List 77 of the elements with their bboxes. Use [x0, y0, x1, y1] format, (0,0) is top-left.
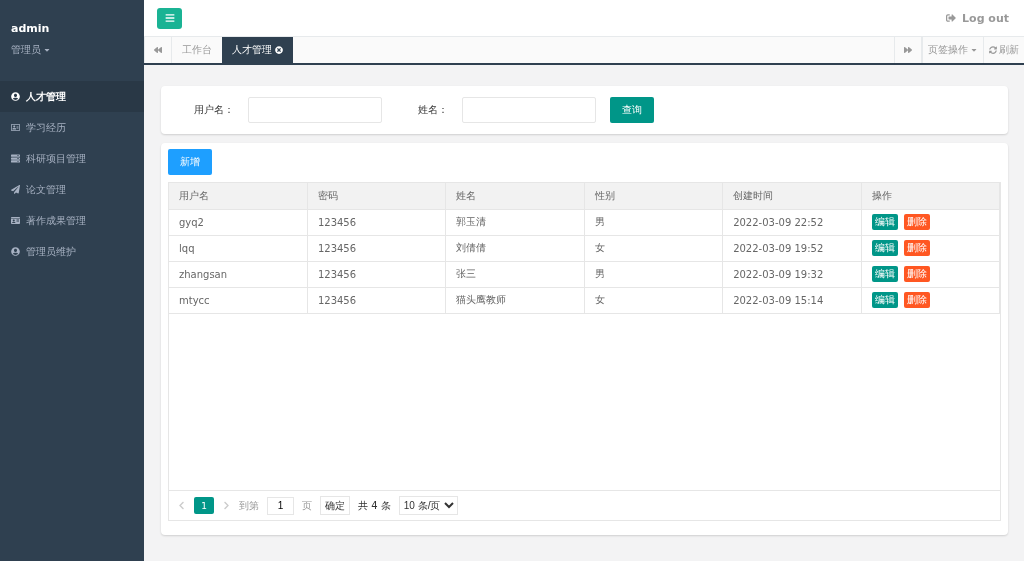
tab[interactable]: 人才管理 — [222, 37, 293, 63]
refresh-icon — [989, 46, 997, 54]
goto-label: 到第 — [239, 498, 259, 513]
nav-item[interactable]: 著作成果管理 — [0, 205, 144, 236]
role-dropdown[interactable]: 管理员 — [11, 43, 133, 57]
edit-button[interactable]: 编辑 — [871, 266, 898, 282]
table-cell: 女 — [584, 287, 723, 313]
page-unit: 页 — [302, 498, 312, 513]
portrait-icon — [11, 123, 20, 132]
add-button[interactable]: 新增 — [168, 149, 212, 175]
table-cell: 123456 — [307, 209, 446, 235]
next-page-icon[interactable] — [222, 501, 231, 510]
table-cell: 2022-03-09 22:52 — [722, 209, 862, 235]
sign-out-icon — [946, 13, 957, 23]
table-cell: mtycc — [169, 287, 308, 313]
caret-icon — [43, 46, 51, 54]
table-cell: zhangsan — [169, 261, 308, 287]
input-field[interactable] — [462, 97, 596, 123]
nav-item[interactable]: 学习经历 — [0, 112, 144, 143]
id-card-icon — [11, 216, 20, 225]
edit-button[interactable]: 编辑 — [871, 292, 898, 308]
table-cell: 张三 — [445, 261, 585, 287]
delete-button[interactable]: 删除 — [903, 266, 930, 282]
table-cell: lqq — [169, 235, 308, 261]
column-header: 密码 — [307, 183, 446, 209]
page-size-select[interactable]: 10 条/页 — [398, 496, 458, 515]
server-icon — [11, 154, 20, 163]
table-cell: 男 — [584, 261, 723, 287]
table-cell: 刘倩倩 — [445, 235, 585, 261]
nav-item[interactable]: 科研项目管理 — [0, 143, 144, 174]
column-header: 操作 — [861, 183, 1000, 209]
column-header: 姓名 — [445, 183, 585, 209]
delete-button[interactable]: 删除 — [903, 292, 930, 308]
nav-item[interactable]: 管理员维护 — [0, 236, 144, 267]
prev-page-icon[interactable] — [177, 501, 186, 510]
page-input[interactable]: 1 — [267, 496, 294, 515]
table-cell: 123456 — [307, 261, 446, 287]
user-icon — [11, 92, 20, 101]
total-count: 共 4 条 — [358, 498, 391, 513]
menu-button[interactable] — [157, 7, 182, 29]
scroll-right-button[interactable] — [894, 37, 922, 63]
nav-item[interactable]: 人才管理 — [0, 81, 144, 112]
table-cell: 123456 — [307, 235, 446, 261]
column-header: 用户名 — [169, 183, 308, 209]
table-cell: 123456 — [307, 287, 446, 313]
tab[interactable]: 工作台 — [172, 37, 222, 63]
paper-plane-icon — [11, 185, 20, 194]
column-header: 性别 — [584, 183, 723, 209]
table-cell: 郭玉清 — [445, 209, 585, 235]
field-label: 用户名： — [194, 103, 234, 117]
nav-item[interactable]: 论文管理 — [0, 174, 144, 205]
table-cell: 2022-03-09 15:14 — [722, 287, 862, 313]
close-icon[interactable] — [275, 46, 283, 54]
delete-button[interactable]: 删除 — [903, 214, 930, 230]
table-cell: 2022-03-09 19:32 — [722, 261, 862, 287]
field-label: 姓名： — [418, 103, 448, 117]
search-button[interactable]: 查询 — [610, 97, 654, 123]
delete-button[interactable]: 删除 — [903, 240, 930, 256]
edit-button[interactable]: 编辑 — [871, 214, 898, 230]
double-left-icon — [154, 46, 162, 54]
table-cell: 2022-03-09 19:52 — [722, 235, 862, 261]
scroll-left-button[interactable] — [144, 37, 172, 63]
user-name: admin — [11, 22, 51, 35]
table-cell: 女 — [584, 235, 723, 261]
user-icon — [11, 247, 20, 256]
edit-button[interactable]: 编辑 — [871, 240, 898, 256]
column-header: 创建时间 — [722, 183, 862, 209]
menu-icon — [164, 13, 175, 23]
table-cell: gyq2 — [169, 209, 308, 235]
input-field[interactable] — [248, 97, 382, 123]
logout-link[interactable]: Log out — [946, 11, 1009, 25]
double-right-icon — [904, 46, 912, 54]
confirm-button[interactable]: 确定 — [320, 496, 350, 515]
page-button[interactable]: 1 — [194, 497, 214, 514]
table-cell: 猫头鹰教师 — [445, 287, 585, 313]
table-cell: 男 — [584, 209, 723, 235]
caret-icon — [970, 46, 978, 54]
